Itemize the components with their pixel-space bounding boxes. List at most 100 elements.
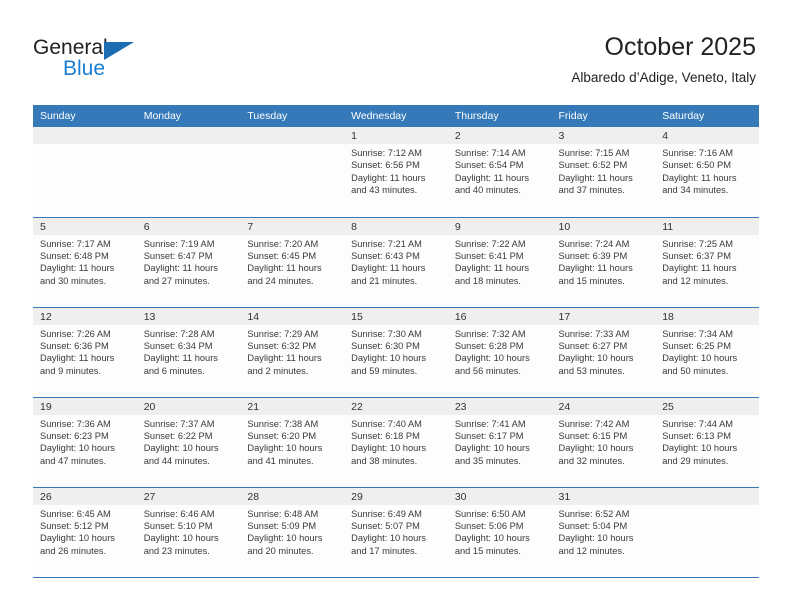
calendar-day-cell-empty [33,127,137,218]
calendar-day-cell[interactable]: 19 Sunrise: 7:36 AM Sunset: 6:23 PM Dayligh… [33,397,137,488]
daylight-text: Daylight: 10 hours and 12 minutes. [558,533,634,556]
day-cell-inner: 26 Sunrise: 6:45 AM Sunset: 5:12 PM Dayligh… [33,487,137,577]
calendar-day-cell[interactable]: 27 Sunrise: 6:46 AM Sunset: 5:10 PM Dayligh… [136,487,241,578]
daylight-text: Daylight: 10 hours and 29 minutes. [662,443,738,466]
daylight-text: Daylight: 10 hours and 38 minutes. [351,443,427,466]
calendar-day-cell[interactable]: 15 Sunrise: 7:30 AM Sunset: 6:30 PM Dayligh… [344,307,448,398]
calendar-day-cell[interactable]: 14 Sunrise: 7:29 AM Sunset: 6:32 PM Dayligh… [240,307,345,398]
calendar-day-cell[interactable]: 17 Sunrise: 7:33 AM Sunset: 6:27 PM Dayligh… [551,307,656,398]
sunrise-text: Sunrise: 7:36 AM [40,418,111,429]
calendar-day-cell[interactable]: 5 Sunrise: 7:17 AM Sunset: 6:48 PM Daylight… [33,217,137,308]
sunrise-text: Sunrise: 7:37 AM [143,418,215,429]
day-details: Sunrise: 7:37 AM Sunset: 6:22 PM Daylight:… [137,415,241,468]
calendar-day-cell[interactable]: 22 Sunrise: 7:40 AM Sunset: 6:18 PM Dayligh… [344,397,448,488]
day-details: Sunrise: 7:16 AM Sunset: 6:50 PM Daylight:… [655,144,759,197]
calendar-day-cell-empty [136,127,241,218]
day-cell-inner: 30 Sunrise: 6:50 AM Sunset: 5:06 PM Dayligh… [447,487,552,577]
day-cell-inner: 27 Sunrise: 6:46 AM Sunset: 5:10 PM Dayligh… [136,487,241,577]
sunrise-text: Sunrise: 7:21 AM [351,238,422,249]
day-details: Sunrise: 7:30 AM Sunset: 6:30 PM Daylight:… [344,325,448,378]
daylight-text: Daylight: 10 hours and 17 minutes. [351,533,427,556]
calendar-day-cell[interactable]: 10 Sunrise: 7:24 AM Sunset: 6:39 PM Dayligh… [551,217,656,308]
day-number: 4 [655,127,759,144]
calendar-day-cell[interactable]: 26 Sunrise: 6:45 AM Sunset: 5:12 PM Dayligh… [33,487,137,578]
calendar-day-cell[interactable]: 24 Sunrise: 7:42 AM Sunset: 6:15 PM Dayligh… [551,397,656,488]
calendar-day-cell[interactable]: 2 Sunrise: 7:14 AM Sunset: 6:54 PM Daylight… [447,127,552,218]
day-number: 14 [240,307,345,325]
day-details: Sunrise: 6:52 AM Sunset: 5:04 PM Daylight:… [552,505,656,558]
sunset-text: Sunset: 6:22 PM [143,430,213,441]
sunset-text: Sunset: 6:36 PM [40,340,109,351]
day-number: 31 [551,487,656,505]
calendar-day-cell[interactable]: 21 Sunrise: 7:38 AM Sunset: 6:20 PM Dayligh… [240,397,345,488]
sunrise-text: Sunrise: 7:19 AM [143,238,215,249]
calendar-day-cell[interactable]: 13 Sunrise: 7:28 AM Sunset: 6:34 PM Dayligh… [136,307,241,398]
day-details: Sunrise: 7:36 AM Sunset: 6:23 PM Daylight:… [33,415,137,468]
day-details: Sunrise: 6:50 AM Sunset: 5:06 PM Daylight:… [448,505,552,558]
day-cell-inner: 20 Sunrise: 7:37 AM Sunset: 6:22 PM Dayligh… [136,397,241,487]
day-cell-inner: 9 Sunrise: 7:22 AM Sunset: 6:41 PM Daylight… [447,217,552,307]
calendar-day-cell[interactable]: 3 Sunrise: 7:15 AM Sunset: 6:52 PM Daylight… [551,127,656,218]
daylight-text: Daylight: 10 hours and 35 minutes. [454,443,530,466]
sunrise-text: Sunrise: 7:42 AM [558,418,630,429]
day-details: Sunrise: 7:19 AM Sunset: 6:47 PM Daylight:… [137,235,241,288]
calendar-day-cell[interactable]: 20 Sunrise: 7:37 AM Sunset: 6:22 PM Dayligh… [136,397,241,488]
calendar-day-cell[interactable]: 16 Sunrise: 7:32 AM Sunset: 6:28 PM Dayligh… [447,307,552,398]
weekday-header-thursday: Thursday [447,105,552,127]
calendar-day-cell[interactable]: 30 Sunrise: 6:50 AM Sunset: 5:06 PM Dayligh… [447,487,552,578]
day-details: Sunrise: 7:29 AM Sunset: 6:32 PM Daylight:… [240,325,344,378]
calendar-day-cell[interactable]: 12 Sunrise: 7:26 AM Sunset: 6:36 PM Dayligh… [33,307,137,398]
sunset-text: Sunset: 6:27 PM [558,340,628,351]
daylight-text: Daylight: 11 hours and 15 minutes. [558,263,633,286]
sunset-text: Sunset: 6:15 PM [558,430,628,441]
sunrise-text: Sunrise: 7:20 AM [247,238,319,249]
daylight-text: Daylight: 10 hours and 15 minutes. [454,533,530,556]
daylight-text: Daylight: 10 hours and 44 minutes. [143,443,219,466]
calendar-day-cell[interactable]: 1 Sunrise: 7:12 AM Sunset: 6:56 PM Daylight… [344,127,448,218]
day-number [655,487,759,505]
sunset-text: Sunset: 6:50 PM [662,160,731,171]
sunset-text: Sunset: 6:43 PM [351,250,420,261]
calendar-day-cell[interactable]: 25 Sunrise: 7:44 AM Sunset: 6:13 PM Dayligh… [655,397,759,488]
calendar-day-cell[interactable]: 4 Sunrise: 7:16 AM Sunset: 6:50 PM Daylight… [655,127,759,218]
sunrise-text: Sunrise: 6:46 AM [143,508,215,519]
daylight-text: Daylight: 11 hours and 37 minutes. [558,172,633,196]
sunset-text: Sunset: 6:32 PM [247,340,317,351]
day-number: 25 [655,397,759,415]
sunset-text: Sunset: 6:23 PM [40,430,109,441]
calendar-day-cell[interactable]: 18 Sunrise: 7:34 AM Sunset: 6:25 PM Dayligh… [655,307,759,398]
general-blue-logo[interactable]: General Blue [33,36,163,84]
calendar-day-cell[interactable]: 8 Sunrise: 7:21 AM Sunset: 6:43 PM Daylight… [344,217,448,308]
sunrise-text: Sunrise: 7:14 AM [454,148,526,158]
calendar-day-cell[interactable]: 23 Sunrise: 7:41 AM Sunset: 6:17 PM Dayligh… [447,397,552,488]
calendar-day-cell[interactable]: 29 Sunrise: 6:49 AM Sunset: 5:07 PM Dayligh… [344,487,448,578]
day-number: 20 [136,397,241,415]
sunrise-text: Sunrise: 6:48 AM [247,508,319,519]
day-number: 6 [136,217,241,235]
day-cell-inner: 6 Sunrise: 7:19 AM Sunset: 6:47 PM Daylight… [136,217,241,307]
weekday-header-saturday: Saturday [655,105,759,127]
calendar-day-cell[interactable]: 28 Sunrise: 6:48 AM Sunset: 5:09 PM Dayligh… [240,487,345,578]
calendar-day-cell[interactable]: 9 Sunrise: 7:22 AM Sunset: 6:41 PM Daylight… [447,217,552,308]
sunrise-text: Sunrise: 7:41 AM [454,418,526,429]
day-number: 13 [136,307,241,325]
calendar-day-cell[interactable]: 11 Sunrise: 7:25 AM Sunset: 6:37 PM Dayligh… [655,217,759,308]
weekday-header-row: Sunday Monday Tuesday Wednesday Thursday… [33,105,759,127]
calendar-day-cell[interactable]: 31 Sunrise: 6:52 AM Sunset: 5:04 PM Dayligh… [551,487,656,578]
sunset-text: Sunset: 5:09 PM [247,520,317,531]
day-cell-inner: 8 Sunrise: 7:21 AM Sunset: 6:43 PM Daylight… [344,217,448,307]
day-number: 28 [240,487,345,505]
sunset-text: Sunset: 6:13 PM [662,430,731,441]
sunset-text: Sunset: 6:28 PM [454,340,524,351]
day-details: Sunrise: 7:40 AM Sunset: 6:18 PM Daylight:… [344,415,448,468]
day-number: 1 [344,127,448,144]
calendar-day-cell[interactable]: 6 Sunrise: 7:19 AM Sunset: 6:47 PM Daylight… [136,217,241,308]
day-details: Sunrise: 7:38 AM Sunset: 6:20 PM Daylight:… [240,415,344,468]
sunrise-text: Sunrise: 6:50 AM [454,508,526,519]
day-details: Sunrise: 7:21 AM Sunset: 6:43 PM Daylight:… [344,235,448,288]
day-details: Sunrise: 7:14 AM Sunset: 6:54 PM Daylight:… [448,144,552,197]
calendar-day-cell[interactable]: 7 Sunrise: 7:20 AM Sunset: 6:45 PM Daylight… [240,217,345,308]
sunset-text: Sunset: 5:04 PM [558,520,628,531]
day-details: Sunrise: 6:45 AM Sunset: 5:12 PM Daylight:… [33,505,137,558]
day-number [33,127,137,144]
